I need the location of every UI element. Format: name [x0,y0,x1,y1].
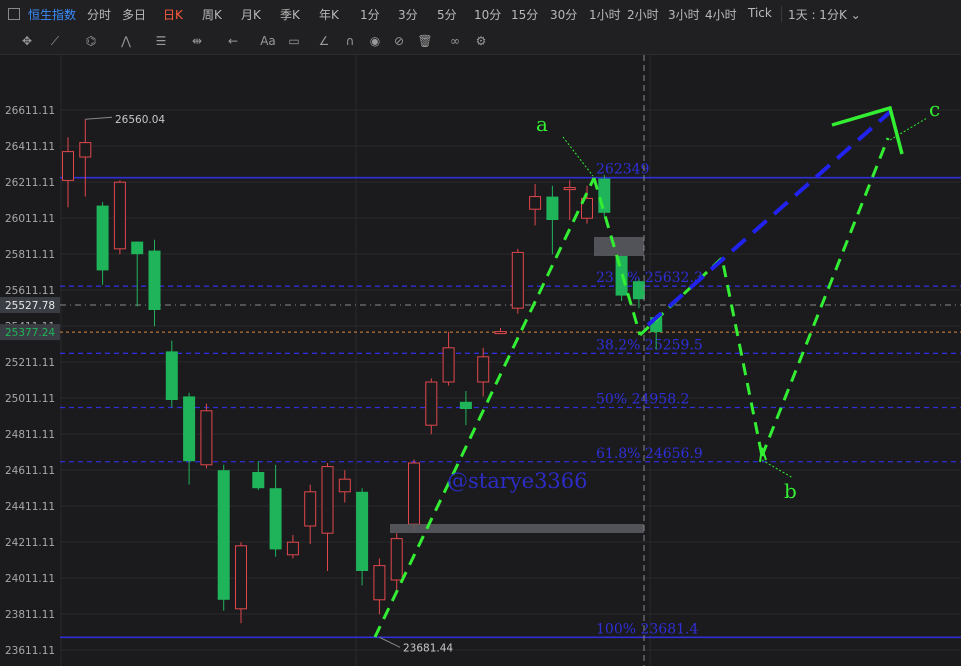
low-label: 23681.44 [403,642,453,654]
wave-label-b: b [784,479,797,503]
y-tick-label: 26211.11 [5,177,55,189]
candle-body [408,462,420,525]
y-tick-label: 26011.11 [5,213,55,225]
candle-body [632,281,645,300]
watermark: @starye3366 [447,469,588,493]
candle-body [321,466,334,534]
candle-body [235,545,247,610]
candle-body [494,331,507,335]
y-axis: 26611.11 26411.11 26211.11 26011.11 25811.11… [0,55,60,666]
y-tick-label: 25611.11 [5,285,55,297]
wave-label-a: a [536,112,548,136]
fib-label: 100% 23681.4 [596,621,698,637]
y-tick-label: 25011.11 [5,393,55,405]
candle-body [546,196,559,220]
candle-body [390,538,403,581]
candle-body [113,181,126,250]
candle-body [286,541,299,556]
y-tick-label: 25811.11 [5,249,55,261]
fib-label: 61.8% 24656.9 [596,446,703,462]
y-tick-label: 24611.11 [5,465,55,477]
candle-body [477,356,490,383]
candle-body [373,565,386,601]
candle-body [148,250,161,310]
candle-body [217,470,230,600]
candle-body [96,205,109,271]
last-price-label: 25377.24 [5,327,55,339]
y-tick-label: 23811.11 [5,609,55,621]
y-tick-label: 26411.11 [5,141,55,153]
candle-body [459,401,472,409]
y-tick-label: 26611.11 [5,105,55,117]
candle-body [598,178,611,213]
wave-label-c: c [929,97,940,121]
candle-body [529,196,542,210]
current-price-label: 25527.78 [5,300,55,312]
y-tick-label: 25211.11 [5,357,55,369]
y-tick-label: 24211.11 [5,537,55,549]
candle-body [62,151,74,181]
y-tick-label: 23611.11 [5,645,55,657]
y-tick-label: 24411.11 [5,501,55,513]
candle-body [425,381,438,426]
resistance-zone [594,237,644,256]
candlestick-chart[interactable]: 26234923.6% 25632.338.2% 25259.550% 2495… [0,0,961,666]
fib-label: 23.6% 25632.3 [596,270,703,286]
high-label: 26560.04 [115,114,165,126]
candle-body [252,471,265,489]
candle-body [269,488,282,550]
y-tick-label: 24811.11 [5,429,55,441]
candle-body [356,491,369,571]
candle-body [165,351,178,400]
candle-body [183,396,196,462]
candle-body [511,251,524,309]
candle-body [79,142,92,158]
candle-body [200,410,213,466]
fib-label: 50% 24958.2 [596,392,689,408]
y-tick-label: 24011.11 [5,573,55,585]
fib-label: 38.2% 25259.5 [596,337,703,353]
candle-body [442,347,455,383]
candle-body [563,187,576,191]
candle-body [338,478,351,493]
candle-body [131,241,144,255]
candle-body [304,491,317,527]
